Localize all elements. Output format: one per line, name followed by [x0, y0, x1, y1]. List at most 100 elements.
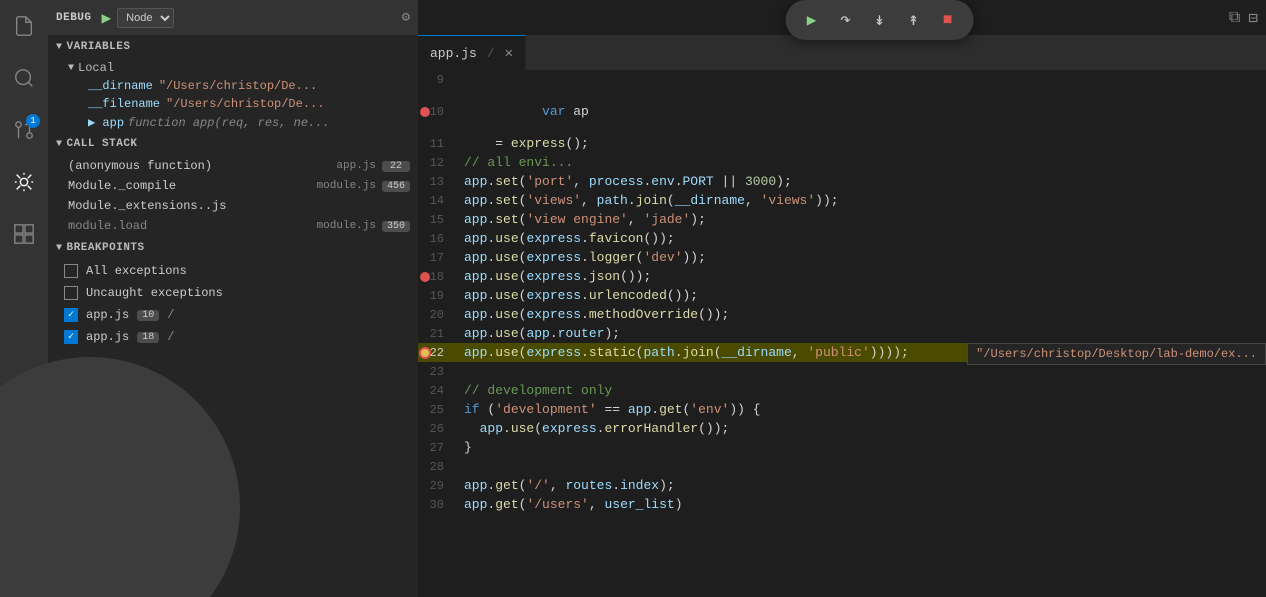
extensions-icon[interactable]: [6, 216, 42, 252]
tab-bar: app.js / ✕: [418, 35, 1266, 70]
call-item-compile[interactable]: Module._compile module.js 456: [48, 176, 418, 196]
bp-appjs-18: app.js 18 /: [48, 326, 418, 348]
debug-settings-icon[interactable]: ⚙: [402, 9, 410, 26]
code-line-28: 28: [418, 457, 1266, 476]
bp-uncaught-exceptions-checkbox[interactable]: [64, 286, 78, 300]
local-label: Local: [78, 61, 114, 75]
code-lines: 9 10 var ap 11 = express(); 12 // all en…: [418, 70, 1266, 514]
bp-appjs-18-checkbox[interactable]: [64, 330, 78, 344]
code-content-15: app.set('view engine', 'jade');: [460, 212, 1266, 227]
step-over-button[interactable]: ↷: [832, 6, 860, 34]
breakpoints-header[interactable]: ▼ BREAKPOINTS: [48, 236, 418, 260]
line-num-28: 28: [418, 460, 460, 474]
code-content-20: app.use(express.methodOverride());: [460, 307, 1266, 322]
line-num-17: 17: [418, 251, 460, 265]
debug-toolbar: DEBUG ▶ Node ⚙: [48, 0, 418, 35]
line-num-25: 25: [418, 403, 460, 417]
code-content-16: app.use(express.favicon());: [460, 231, 1266, 246]
collapse-icon[interactable]: ⊟: [1248, 8, 1258, 28]
bp-all-exceptions-label: All exceptions: [86, 264, 187, 278]
code-content-23: [460, 364, 1266, 379]
code-content-13: app.set('port', process.env.PORT || 3000…: [460, 174, 1266, 189]
variables-header[interactable]: ▼ VARIABLES: [48, 35, 418, 59]
line-num-26: 26: [418, 422, 460, 436]
bp-all-exceptions-checkbox[interactable]: [64, 264, 78, 278]
code-line-13: 13 app.set('port', process.env.PORT || 3…: [418, 172, 1266, 191]
code-content-29: app.get('/', routes.index);: [460, 478, 1266, 493]
line-num-20: 20: [418, 308, 460, 322]
tab-appjs[interactable]: app.js / ✕: [418, 35, 526, 70]
top-right-icons: ⧉ ⊟: [1221, 0, 1266, 35]
code-line-22: 22 app.use(express.static(path.join(__di…: [418, 343, 1266, 362]
line-num-16: 16: [418, 232, 460, 246]
code-line-14: 14 app.set('views', path.join(__dirname,…: [418, 191, 1266, 210]
tab-appjs-close[interactable]: ✕: [505, 45, 513, 62]
scm-icon[interactable]: 1: [6, 112, 42, 148]
call-item-load[interactable]: module.load module.js 350: [48, 216, 418, 236]
variables-arrow: ▼: [56, 42, 63, 53]
local-group[interactable]: ▼ Local: [60, 59, 418, 77]
debug-play-button[interactable]: ▶: [102, 8, 112, 28]
split-editor-icon[interactable]: ⧉: [1229, 9, 1240, 27]
local-arrow: ▼: [68, 63, 74, 74]
var-dirname: __dirname "/Users/christop/De...: [60, 77, 418, 95]
code-content-21: app.use(app.router);: [460, 326, 1266, 341]
code-content-10: var ap: [460, 89, 1266, 134]
main-editor: ▶ ↷ ↡ ↟ ■ app.js / ✕ ⧉ ⊟ 9 10: [418, 0, 1266, 597]
code-editor[interactable]: 9 10 var ap 11 = express(); 12 // all en…: [418, 70, 1266, 597]
code-content-14: app.set('views', path.join(__dirname, 'v…: [460, 193, 1266, 208]
bp-appjs-10-checkbox[interactable]: [64, 308, 78, 322]
var-filename: __filename "/Users/christop/De...: [60, 95, 418, 113]
line-num-13: 13: [418, 175, 460, 189]
code-line-10: 10 var ap: [418, 89, 1266, 134]
code-line-17: 17 app.use(express.logger('dev'));: [418, 248, 1266, 267]
callstack-header[interactable]: ▼ CALL STACK: [48, 132, 418, 156]
stop-button[interactable]: ■: [934, 6, 962, 34]
debug-icon[interactable]: [6, 164, 42, 200]
call-line-anonymous: 22: [382, 161, 410, 172]
call-line-load: 350: [382, 221, 410, 232]
breakpoint-22: [419, 347, 431, 359]
code-content-28: [460, 459, 1266, 474]
code-content-18: app.use(express.json());: [460, 269, 1266, 284]
line-num-22: 22: [418, 346, 460, 360]
code-line-15: 15 app.set('view engine', 'jade');: [418, 210, 1266, 229]
code-content-9: [460, 72, 1266, 87]
code-content-27: }: [460, 440, 1266, 455]
code-content-11: = express();: [460, 136, 1266, 151]
tab-appjs-label: app.js: [430, 46, 477, 61]
code-line-21: 21 app.use(app.router);: [418, 324, 1266, 343]
call-item-anonymous[interactable]: (anonymous function) app.js 22: [48, 156, 418, 176]
line-num-10: 10: [418, 105, 460, 119]
var-dirname-value: "/Users/christop/De...: [159, 79, 317, 93]
line-num-9: 9: [418, 73, 460, 87]
code-line-19: 19 app.use(express.urlencoded());: [418, 286, 1266, 305]
line-num-30: 30: [418, 498, 460, 512]
callstack-section: ▼ CALL STACK (anonymous function) app.js…: [48, 132, 418, 236]
code-line-12: 12 // all envi...: [418, 153, 1266, 172]
step-into-button[interactable]: ↡: [866, 6, 894, 34]
step-out-button[interactable]: ↟: [900, 6, 928, 34]
var-app: ▶ app function app(req, res, ne...: [60, 113, 418, 132]
line-num-15: 15: [418, 213, 460, 227]
files-icon[interactable]: [6, 8, 42, 44]
breakpoints-section: ▼ BREAKPOINTS All exceptions Uncaught ex…: [48, 236, 418, 348]
callstack-arrow: ▼: [56, 139, 63, 150]
variables-label: VARIABLES: [67, 41, 131, 53]
debug-label: DEBUG: [56, 12, 92, 24]
var-filename-value: "/Users/christop/De...: [166, 97, 324, 111]
debug-config-select[interactable]: Node: [117, 8, 174, 28]
line-num-14: 14: [418, 194, 460, 208]
continue-button[interactable]: ▶: [798, 6, 826, 34]
var-app-value: function app(req, res, ne...: [128, 116, 330, 130]
bp-appjs-10-slash: /: [167, 308, 174, 322]
code-content-24: // development only: [460, 383, 1266, 398]
code-line-25: 25 if ('development' == app.get('env')) …: [418, 400, 1266, 419]
call-item-extensions[interactable]: Module._extensions..js: [48, 196, 418, 216]
variables-section: ▼ VARIABLES ▼ Local __dirname "/Users/ch…: [48, 35, 418, 132]
line-num-19: 19: [418, 289, 460, 303]
call-fn-extensions: Module._extensions..js: [68, 199, 226, 213]
line-num-12: 12: [418, 156, 460, 170]
search-icon[interactable]: [6, 60, 42, 96]
bp-all-exceptions: All exceptions: [48, 260, 418, 282]
